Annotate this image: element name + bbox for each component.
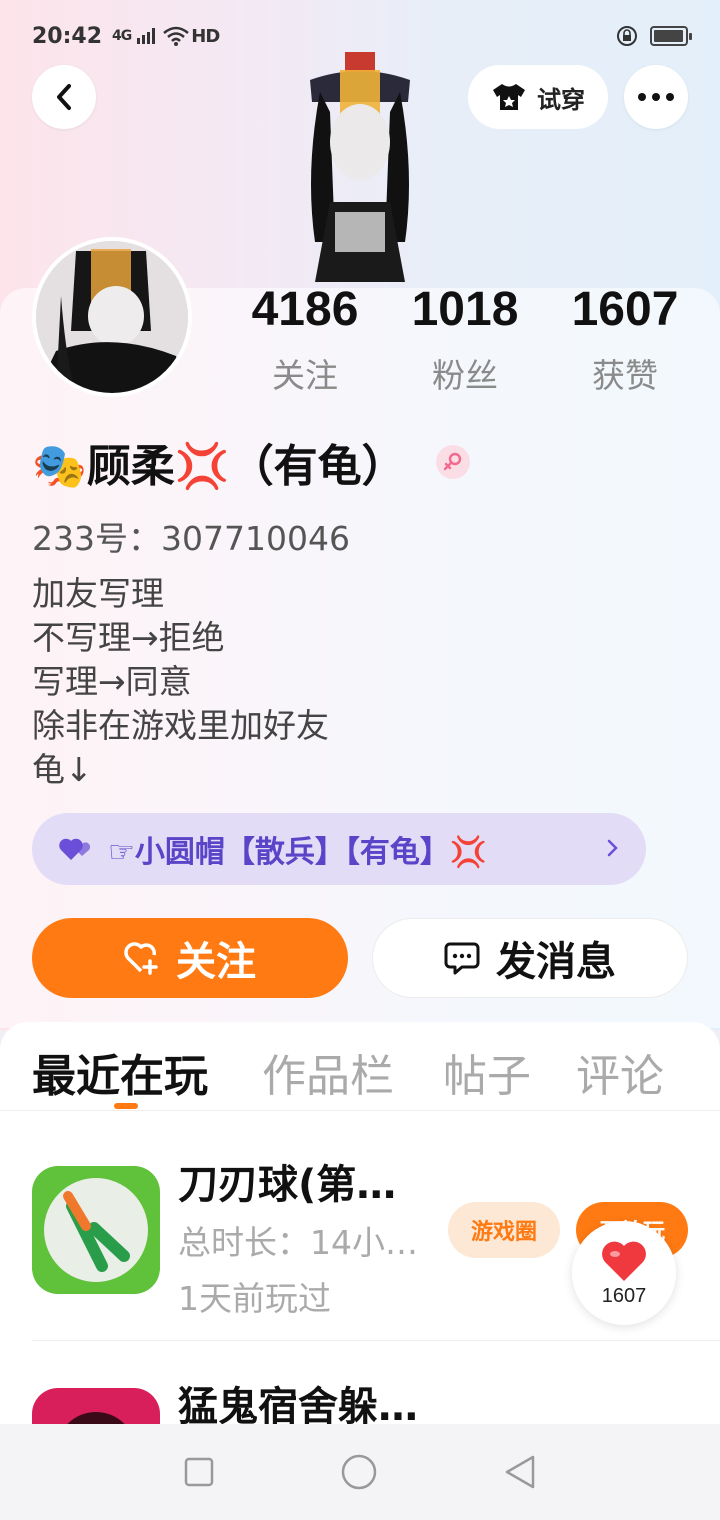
system-navigation-bar <box>0 1424 720 1520</box>
stat-following-value: 4186 <box>251 283 359 336</box>
message-label: 发消息 <box>496 939 616 985</box>
game-title: 刀刃球(第… <box>178 1162 397 1208</box>
chevron-left-icon <box>57 84 71 110</box>
profile-name: 🎭顾柔💢（有龟） <box>32 441 406 492</box>
chat-bubble-icon <box>444 942 480 975</box>
stat-likes-label: 获赞 <box>592 356 658 395</box>
like-float-button[interactable]: 1607 <box>572 1221 676 1325</box>
heart-icon <box>602 1241 646 1281</box>
double-heart-icon <box>59 838 91 860</box>
list-item[interactable]: 刀刃球(第… 总时长：14小… 1天前玩过 游戏圈 开始玩 <box>0 1022 720 1318</box>
female-gender-icon <box>435 445 470 479</box>
follow-button[interactable]: 关注 <box>32 918 348 998</box>
stat-likes[interactable]: 1607 获赞 <box>550 285 700 397</box>
bio-line: 加友写理 <box>32 574 164 613</box>
profile-name-row: 🎭顾柔💢（有龟） <box>32 430 470 494</box>
game-last-played: 1天前玩过 <box>178 1279 331 1318</box>
bio-line: 写理→同意 <box>32 662 192 701</box>
network-type: 4G <box>112 28 132 44</box>
user-id: 233号：307710046 <box>32 519 350 558</box>
like-count: 1607 <box>601 1284 647 1307</box>
status-time: 20:42 <box>32 23 103 49</box>
bio-line: 不写理→拒绝 <box>32 618 225 657</box>
stat-followers[interactable]: 1018 粉丝 <box>390 285 540 397</box>
stat-following[interactable]: 4186 关注 <box>230 285 380 397</box>
bio-line: 龟↓ <box>32 750 93 789</box>
back-button[interactable] <box>32 65 96 129</box>
group-link-label: ☞小圆帽【散兵】【有龟】💢 <box>108 835 488 870</box>
more-button[interactable] <box>624 65 688 129</box>
game-icon <box>32 1388 160 1424</box>
avatar[interactable] <box>32 237 192 397</box>
wifi-icon <box>163 26 190 46</box>
recent-apps-icon[interactable] <box>183 1456 215 1488</box>
back-nav-icon[interactable] <box>503 1454 537 1490</box>
game-title: 猛鬼宿舍躲… <box>178 1384 418 1424</box>
battery-icon <box>650 26 692 46</box>
stat-likes-value: 1607 <box>571 283 679 336</box>
game-circle-button[interactable]: 游戏圈 <box>448 1202 560 1258</box>
stat-followers-label: 粉丝 <box>432 356 498 395</box>
home-icon[interactable] <box>340 1453 378 1491</box>
stat-following-label: 关注 <box>272 356 338 395</box>
more-dots-icon <box>638 93 674 101</box>
profile-stats: 4186 关注 1018 粉丝 1607 获赞 <box>230 285 700 397</box>
avatar-figure-illustration <box>290 52 430 292</box>
list-divider <box>32 1340 720 1341</box>
follow-heart-plus-icon <box>124 942 158 975</box>
game-icon <box>32 1166 160 1294</box>
bio-line: 除非在游戏里加好友 <box>32 706 329 745</box>
try-on-label: 试穿 <box>537 85 585 114</box>
chevron-right-icon <box>607 839 618 857</box>
rotation-lock-icon <box>617 26 637 46</box>
game-duration: 总时长：14小… <box>178 1223 418 1262</box>
send-message-button[interactable]: 发消息 <box>372 918 688 998</box>
tshirt-icon <box>493 84 525 110</box>
follow-label: 关注 <box>176 939 256 985</box>
profile-bio: 加友写理 不写理→拒绝 写理→同意 除非在游戏里加好友 龟↓ <box>32 572 329 792</box>
stat-followers-value: 1018 <box>411 283 519 336</box>
group-link[interactable]: ☞小圆帽【散兵】【有龟】💢 <box>32 813 646 885</box>
hd-badge: HD <box>191 25 220 47</box>
list-item[interactable]: 猛鬼宿舍躲… <box>0 1342 720 1424</box>
signal-icon <box>137 28 156 44</box>
try-on-button[interactable]: 试穿 <box>468 65 608 129</box>
